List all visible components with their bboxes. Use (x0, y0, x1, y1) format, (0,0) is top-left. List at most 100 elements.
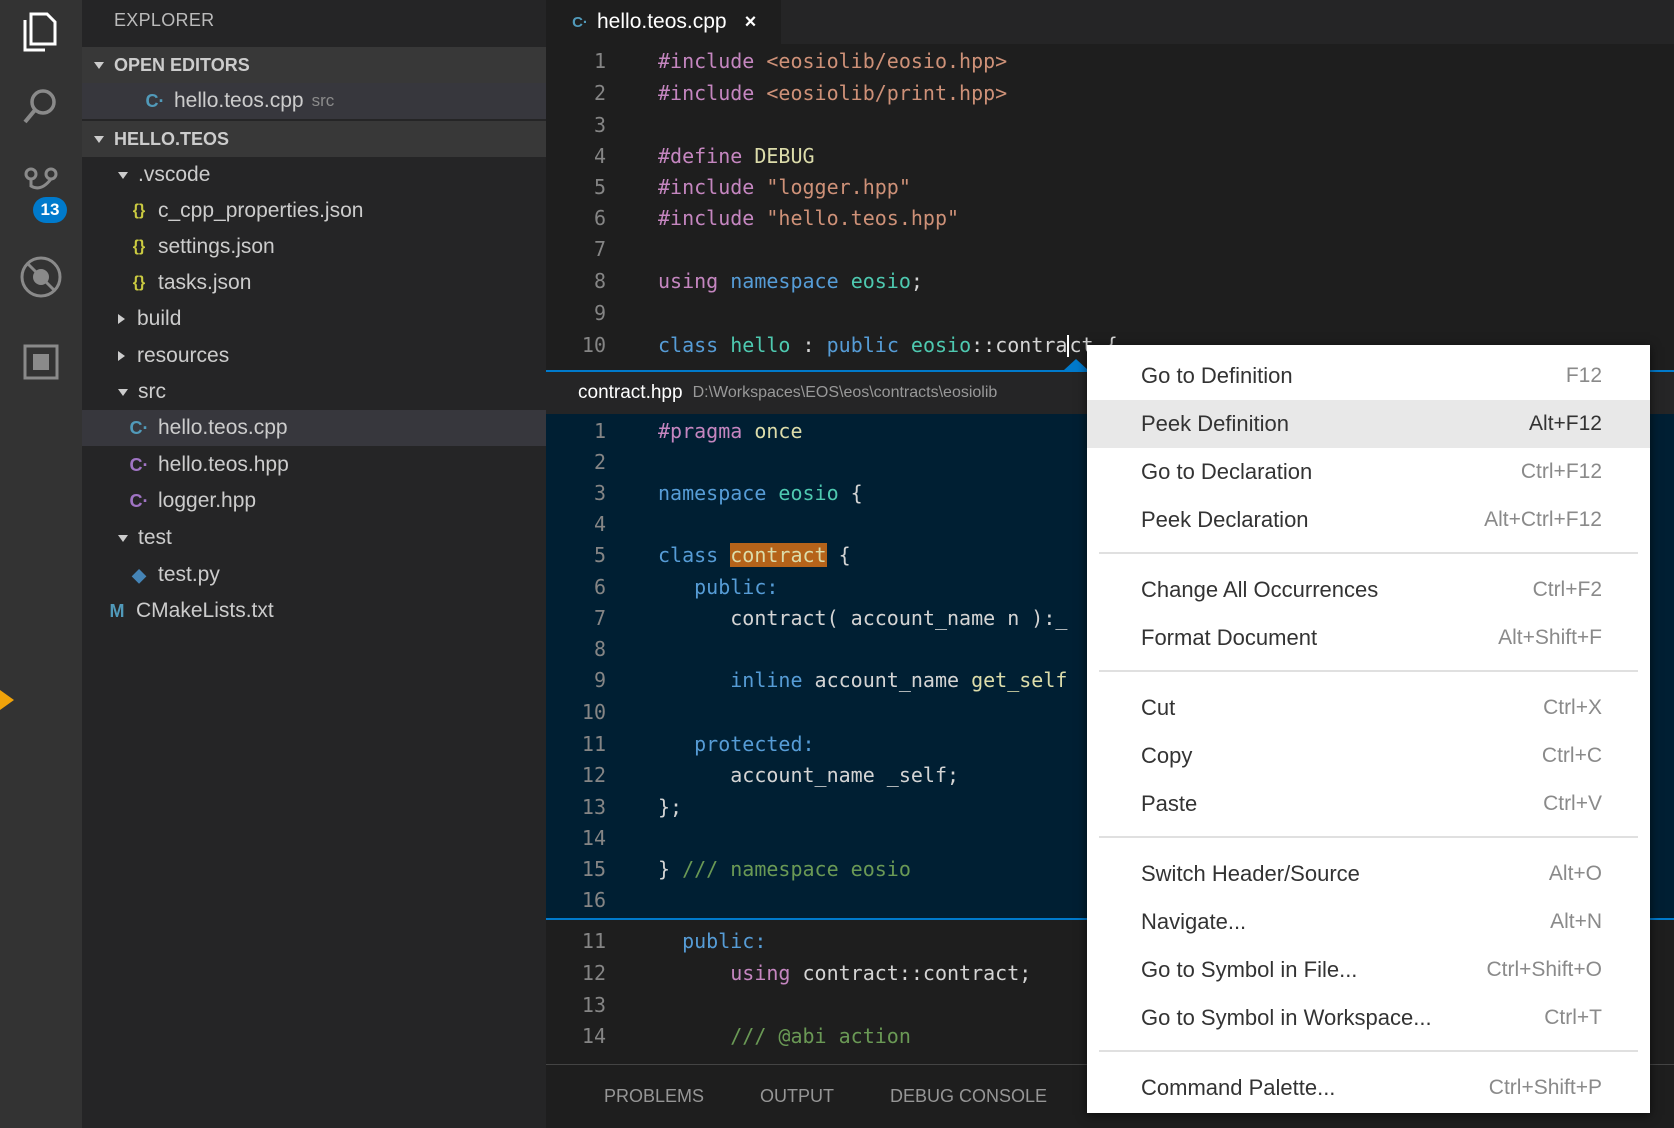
chevron-down-icon (118, 534, 128, 542)
code-line[interactable]: 12 using contract::contract; (546, 958, 1031, 988)
tree-item-logger-hpp[interactable]: C· logger.hpp (82, 483, 546, 519)
line-number: 5 (593, 543, 606, 567)
tree-item-tasks[interactable]: {} tasks.json (82, 265, 546, 301)
menu-item-navigate[interactable]: Navigate... Alt+N (1087, 898, 1650, 946)
menu-item-copy[interactable]: Copy Ctrl+C (1087, 732, 1650, 780)
code-line[interactable]: 7 contract( account_name n ):_ (546, 603, 1067, 633)
tree-item-src[interactable]: src (82, 374, 546, 410)
line-number: 13 (581, 795, 606, 819)
code-line[interactable]: 14 (546, 823, 616, 853)
menu-item-shortcut: Ctrl+Shift+O (1486, 958, 1602, 981)
menu-item-shortcut: Ctrl+F12 (1520, 460, 1602, 483)
code-line[interactable]: 2 (546, 447, 616, 477)
tree-item-settings[interactable]: {} settings.json (82, 229, 546, 265)
menu-item-format-document[interactable]: Format Document Alt+Shift+F (1087, 614, 1650, 662)
code-line[interactable]: 8 using namespace eosio; (546, 266, 923, 296)
code-line[interactable]: 8 (546, 634, 616, 664)
code-line[interactable]: 4 (546, 509, 616, 539)
code-line[interactable]: 11 protected: (546, 729, 815, 759)
code-line[interactable]: 6 #include "hello.teos.hpp" (546, 203, 959, 233)
tab-output[interactable]: OUTPUT (760, 1086, 834, 1107)
tree-item-vscode[interactable]: .vscode (82, 157, 546, 193)
tree-item-cmakelists[interactable]: M CMakeLists.txt (82, 593, 546, 629)
code-line[interactable]: 14 /// @abi action (546, 1021, 911, 1051)
code-line[interactable]: 4 #define DEBUG (546, 141, 815, 171)
line-number: 2 (593, 450, 606, 474)
code-line[interactable]: 9 (546, 298, 616, 328)
extensions-icon[interactable] (17, 338, 65, 386)
code-line[interactable]: 1 #include <eosiolib/eosio.hpp> (546, 46, 1007, 76)
tab-hello-teos-cpp[interactable]: C· hello.teos.cpp × (546, 0, 781, 44)
tree-item-test[interactable]: test (82, 520, 546, 556)
code-line[interactable]: 1 #pragma once (546, 416, 803, 446)
tab-bar: C· hello.teos.cpp × (546, 0, 1674, 44)
line-number: 6 (593, 575, 606, 599)
menu-item-peek-definition[interactable]: Peek Definition Alt+F12 (1087, 400, 1650, 448)
code-line[interactable]: 9 inline account_name get_self (546, 665, 1067, 695)
line-number: 1 (593, 419, 606, 443)
peek-file-name: contract.hpp (578, 382, 683, 403)
line-number: 9 (593, 668, 606, 692)
menu-item-label: Command Palette... (1141, 1075, 1336, 1100)
python-file-icon: ◆ (132, 564, 146, 585)
menu-separator (1099, 670, 1638, 672)
chevron-down-icon (94, 61, 104, 69)
menu-item-switch-header-source[interactable]: Switch Header/Source Alt+O (1087, 850, 1650, 898)
tree-item-test-py[interactable]: ◆ test.py (82, 557, 546, 593)
line-number: 3 (593, 481, 606, 505)
menu-separator (1099, 1050, 1638, 1052)
open-editors-header[interactable]: OPEN EDITORS (82, 47, 546, 83)
menu-item-shortcut: Ctrl+V (1543, 792, 1602, 815)
menu-item-go-to-symbol-in-file[interactable]: Go to Symbol in File... Ctrl+Shift+O (1087, 946, 1650, 994)
tree-item-resources[interactable]: resources (82, 338, 546, 374)
code-line[interactable]: 6 public: (546, 572, 778, 602)
menu-item-go-to-symbol-in-workspace[interactable]: Go to Symbol in Workspace... Ctrl+T (1087, 994, 1650, 1042)
tab-problems[interactable]: PROBLEMS (604, 1086, 704, 1107)
line-number: 5 (593, 175, 606, 199)
code-line[interactable]: 13 }; (546, 792, 682, 822)
open-editor-item[interactable]: C· hello.teos.cpp src (82, 83, 546, 119)
code-line[interactable]: 16 (546, 885, 616, 915)
hpp-file-icon: C· (129, 490, 149, 511)
code-line[interactable]: 11 public: (546, 926, 766, 956)
code-line[interactable]: 2 #include <eosiolib/print.hpp> (546, 78, 1007, 108)
peek-file-path: D:\Workspaces\EOS\eos\contracts\eosiolib (692, 384, 998, 401)
code-line[interactable]: 3 (546, 110, 616, 140)
tree-item-build[interactable]: build (82, 301, 546, 337)
debug-icon[interactable] (17, 253, 65, 301)
project-header[interactable]: HELLO.TEOS (82, 121, 546, 157)
json-file-icon: {} (132, 202, 146, 219)
search-icon[interactable] (17, 82, 65, 130)
tab-debug-console[interactable]: DEBUG CONSOLE (890, 1086, 1047, 1107)
code-line[interactable]: 12 account_name _self; (546, 760, 959, 790)
menu-item-paste[interactable]: Paste Ctrl+V (1087, 780, 1650, 828)
code-line[interactable]: 13 (546, 990, 616, 1020)
tree-item-c-cpp-properties[interactable]: {} c_cpp_properties.json (82, 193, 546, 229)
tree-item-hello-teos-hpp[interactable]: C· hello.teos.hpp (82, 447, 546, 483)
menu-item-go-to-declaration[interactable]: Go to Declaration Ctrl+F12 (1087, 448, 1650, 496)
tree-item-hello-teos-cpp[interactable]: C· hello.teos.cpp (82, 410, 546, 446)
menu-item-cut[interactable]: Cut Ctrl+X (1087, 684, 1650, 732)
code-line[interactable]: 5 #include "logger.hpp" (546, 172, 911, 202)
tab-label: hello.teos.cpp (597, 10, 727, 33)
code-line[interactable]: 10 class hello : public eosio::contra ct … (546, 330, 1118, 360)
menu-item-go-to-definition[interactable]: Go to Definition F12 (1087, 352, 1650, 400)
tree-item-label: CMakeLists.txt (136, 599, 274, 622)
line-number: 1 (593, 49, 606, 73)
code-line[interactable]: 15 } /// namespace eosio (546, 854, 911, 884)
menu-item-command-palette[interactable]: Command Palette... Ctrl+Shift+P (1087, 1064, 1650, 1112)
menu-item-shortcut: Ctrl+X (1543, 696, 1602, 719)
chevron-right-icon (118, 314, 125, 324)
code-line[interactable]: 7 (546, 234, 616, 264)
json-file-icon: {} (132, 238, 146, 255)
menu-item-peek-declaration[interactable]: Peek Declaration Alt+Ctrl+F12 (1087, 496, 1650, 544)
sidebar-title: EXPLORER (114, 10, 215, 30)
close-icon[interactable]: × (745, 11, 757, 34)
menu-item-change-all-occurrences[interactable]: Change All Occurrences Ctrl+F2 (1087, 566, 1650, 614)
code-line[interactable]: 5 class contract { (546, 540, 851, 570)
code-line[interactable]: 3 namespace eosio { (546, 478, 863, 508)
tree-item-label: test (138, 526, 172, 549)
explorer-icon[interactable] (17, 6, 65, 54)
code-line[interactable]: 10 (546, 697, 616, 727)
menu-item-shortcut: Ctrl+T (1544, 1006, 1602, 1029)
